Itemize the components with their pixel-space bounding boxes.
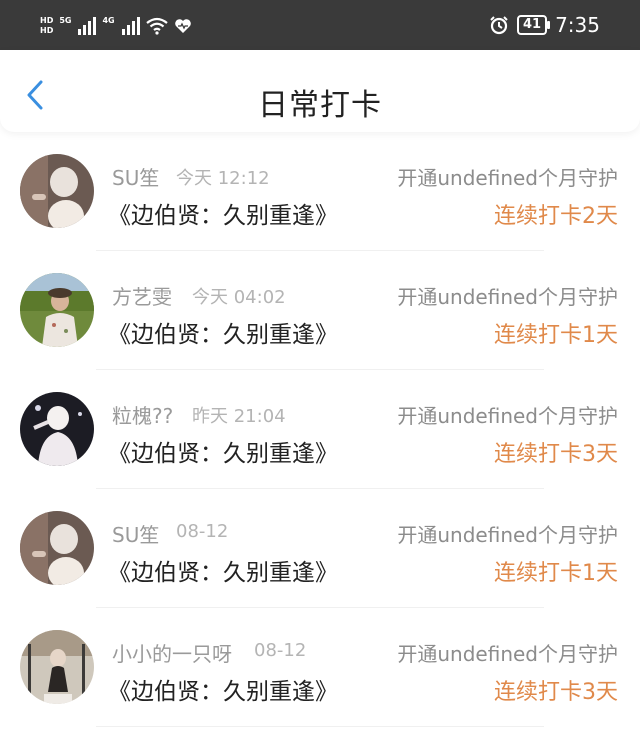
hd-bottom-label: HD <box>40 26 54 35</box>
user-name: 小小的一只呀 <box>112 642 232 666</box>
book-title[interactable]: 《边伯贤：久别重逢》 <box>108 196 338 230</box>
divider <box>96 726 544 727</box>
alarm-icon <box>490 16 508 35</box>
status-left: HD HD 5G 4G <box>40 14 192 38</box>
book-title[interactable]: 《边伯贤：久别重逢》 <box>108 434 338 468</box>
checkin-time: 08-12 <box>176 521 229 542</box>
heart-icon <box>174 19 191 33</box>
battery-icon: 41 <box>516 15 551 35</box>
checkin-time: 08-12 <box>254 640 307 661</box>
user-name: SU笙 <box>112 166 160 190</box>
network-5g-label: 5G <box>59 16 72 25</box>
user-name: 方艺雯 <box>112 285 172 309</box>
guard-status: 开通undefined个月守护 <box>397 642 618 666</box>
streak-count: 连续打卡1天 <box>494 561 618 586</box>
network-4g-label: 4G <box>102 16 115 25</box>
checkin-list: SU笙 今天 12:12 《边伯贤：久别重逢》 开通undefined个月守护 … <box>0 132 640 727</box>
hd-top-label: HD <box>40 16 54 25</box>
guard-status: 开通undefined个月守护 <box>397 285 618 309</box>
wifi-icon <box>145 17 168 35</box>
checkin-time: 今天 04:02 <box>192 287 286 308</box>
list-item[interactable]: 粒槐?? 昨天 21:04 《边伯贤：久别重逢》 开通undefined个月守护… <box>0 370 640 489</box>
streak-count: 连续打卡1天 <box>494 323 618 348</box>
book-title[interactable]: 《边伯贤：久别重逢》 <box>108 672 338 706</box>
status-right: 41 7:35 <box>489 12 600 38</box>
streak-count: 连续打卡2天 <box>494 204 618 229</box>
clock-time: 7:35 <box>555 13 600 37</box>
list-item[interactable]: 方艺雯 今天 04:02 《边伯贤：久别重逢》 开通undefined个月守护 … <box>0 251 640 370</box>
hd-indicator: HD HD <box>40 16 53 36</box>
guard-status: 开通undefined个月守护 <box>397 404 618 428</box>
status-bar: HD HD 5G 4G 41 7:35 <box>0 0 640 50</box>
avatar[interactable] <box>20 392 94 466</box>
checkin-time: 今天 12:12 <box>176 168 270 189</box>
page-title: 日常打卡 <box>258 88 382 123</box>
book-title[interactable]: 《边伯贤：久别重逢》 <box>108 315 338 349</box>
signal-icon <box>121 17 140 35</box>
user-name: 粒槐?? <box>112 404 174 428</box>
list-item[interactable]: 小小的一只呀 08-12 《边伯贤：久别重逢》 开通undefined个月守护 … <box>0 608 640 727</box>
checkin-time: 昨天 21:04 <box>192 406 286 427</box>
avatar[interactable] <box>20 511 94 585</box>
streak-count: 连续打卡3天 <box>494 442 618 467</box>
guard-status: 开通undefined个月守护 <box>397 166 618 190</box>
streak-count: 连续打卡3天 <box>494 680 618 705</box>
list-item[interactable]: SU笙 今天 12:12 《边伯贤：久别重逢》 开通undefined个月守护 … <box>0 132 640 251</box>
book-title[interactable]: 《边伯贤：久别重逢》 <box>108 553 338 587</box>
navigation-bar: 日常打卡 <box>0 50 640 132</box>
signal-icon <box>78 17 97 35</box>
avatar[interactable] <box>20 273 94 347</box>
avatar[interactable] <box>20 630 94 704</box>
user-name: SU笙 <box>112 523 160 547</box>
guard-status: 开通undefined个月守护 <box>397 523 618 547</box>
list-item[interactable]: SU笙 08-12 《边伯贤：久别重逢》 开通undefined个月守护 连续打… <box>0 489 640 608</box>
avatar[interactable] <box>20 154 94 228</box>
